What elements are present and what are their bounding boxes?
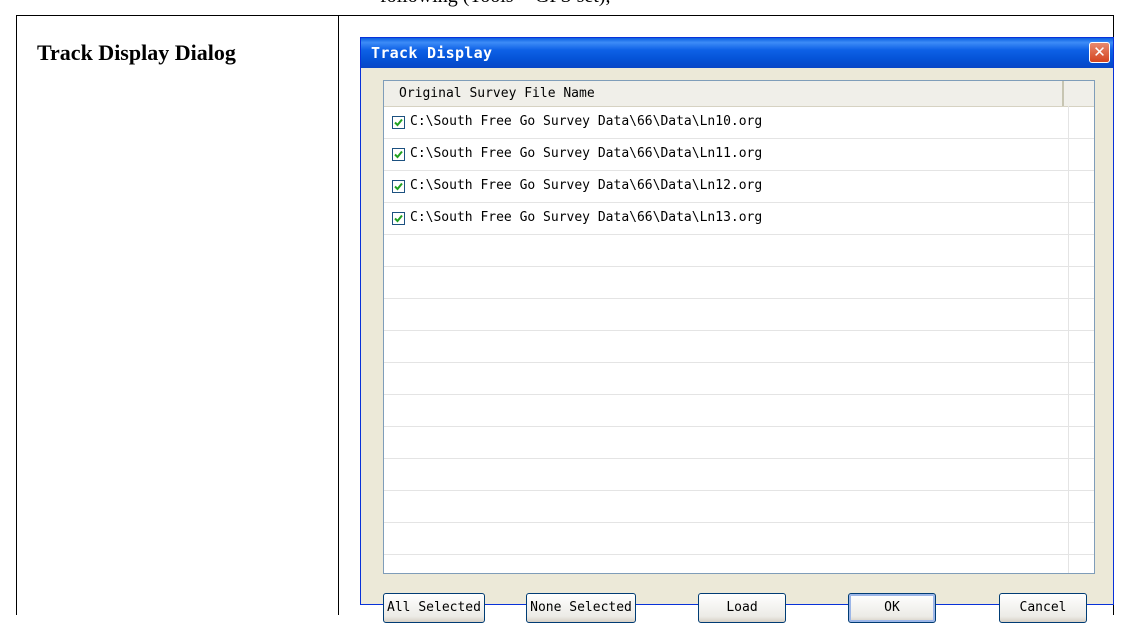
all-selected-label: All Selected [387, 600, 481, 615]
title-bar[interactable]: Track Display ✕ [361, 38, 1113, 68]
file-checkbox[interactable] [392, 116, 405, 129]
ok-label: OK [884, 600, 900, 615]
checkmark-icon [394, 214, 403, 223]
checkmark-icon [394, 150, 403, 159]
empty-row [384, 395, 1094, 427]
checkmark-icon [394, 118, 403, 127]
cancel-button[interactable]: Cancel [999, 593, 1087, 623]
dialog-title: Track Display [371, 44, 493, 62]
empty-row [384, 491, 1094, 523]
cancel-label: Cancel [1019, 600, 1067, 615]
list-item[interactable]: C:\South Free Go Survey Data\66\Data\Ln1… [384, 171, 1094, 203]
empty-row [384, 459, 1094, 491]
close-button[interactable]: ✕ [1089, 42, 1110, 63]
none-selected-label: None Selected [530, 600, 632, 615]
load-label: Load [726, 600, 758, 615]
column-header-label: Original Survey File Name [399, 86, 595, 101]
track-display-dialog: Track Display ✕ Original Survey File Nam… [360, 37, 1114, 623]
list-header: Original Survey File Name [384, 81, 1094, 107]
empty-row [384, 267, 1094, 299]
empty-row [384, 427, 1094, 459]
document-table-divider [338, 15, 339, 615]
list-item[interactable]: C:\South Free Go Survey Data\66\Data\Ln1… [384, 139, 1094, 171]
file-list[interactable]: Original Survey File Name C:\South Free … [383, 80, 1095, 574]
list-item[interactable]: C:\South Free Go Survey Data\66\Data\Ln1… [384, 107, 1094, 139]
file-checkbox[interactable] [392, 180, 405, 193]
empty-row [384, 299, 1094, 331]
close-icon: ✕ [1093, 43, 1106, 61]
all-selected-button[interactable]: All Selected [383, 593, 485, 623]
empty-row [384, 523, 1094, 555]
file-name: C:\South Free Go Survey Data\66\Data\Ln1… [410, 114, 763, 129]
ok-button[interactable]: OK [848, 593, 936, 623]
checkmark-icon [394, 182, 403, 191]
document-top-text: following (Tools > GPS set), [380, 0, 610, 8]
list-item[interactable]: C:\South Free Go Survey Data\66\Data\Ln1… [384, 203, 1094, 235]
empty-row [384, 363, 1094, 395]
column-header-file-name[interactable]: Original Survey File Name [384, 81, 1064, 106]
file-name: C:\South Free Go Survey Data\66\Data\Ln1… [410, 146, 763, 161]
load-button[interactable]: Load [698, 593, 786, 623]
empty-row [384, 331, 1094, 363]
file-name: C:\South Free Go Survey Data\66\Data\Ln1… [410, 210, 763, 225]
document-row-label: Track Display Dialog [37, 40, 236, 65]
empty-row [384, 235, 1094, 267]
file-checkbox[interactable] [392, 212, 405, 225]
none-selected-button[interactable]: None Selected [526, 593, 636, 623]
file-checkbox[interactable] [392, 148, 405, 161]
file-name: C:\South Free Go Survey Data\66\Data\Ln1… [410, 178, 763, 193]
